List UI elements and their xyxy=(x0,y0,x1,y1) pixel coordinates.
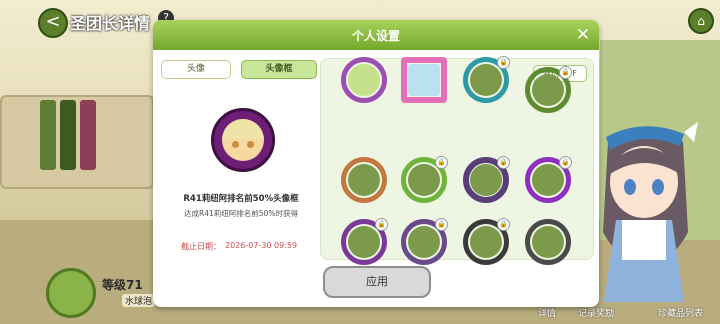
background-book xyxy=(80,100,96,170)
lock-icon: 🔒 xyxy=(559,156,572,169)
apply-button[interactable]: 应用 xyxy=(323,266,431,298)
preview-avatar xyxy=(222,119,264,161)
lock-icon: 🔒 xyxy=(497,156,510,169)
player-avatar[interactable] xyxy=(46,268,96,318)
frame-avatar-area xyxy=(348,164,380,196)
frame-avatar-area xyxy=(470,64,502,96)
home-icon: ⌂ xyxy=(697,14,705,28)
frame-slot-purple-glow[interactable]: 🔒 xyxy=(525,156,572,203)
lock-icon: 🔒 xyxy=(559,66,572,79)
page-title: 圣团长详情 xyxy=(70,14,151,33)
frame-avatar-area xyxy=(532,226,564,258)
frame-avatar-area xyxy=(408,64,440,96)
level-sub-label: 水球泡 xyxy=(122,294,156,307)
frame-avatar-area xyxy=(408,164,440,196)
frame-slot-purple-simple[interactable]: 🔒 xyxy=(341,218,388,265)
lock-icon: 🔒 xyxy=(435,156,448,169)
frame-slot-slime[interactable]: 🔒 xyxy=(401,218,448,265)
frame-slot-dark-gray[interactable] xyxy=(525,219,571,265)
background-book xyxy=(60,100,76,170)
close-icon[interactable]: ✕ xyxy=(573,25,593,45)
frame-avatar-area xyxy=(532,164,564,196)
details-button[interactable]: 详情 xyxy=(538,306,556,319)
preview-eye xyxy=(247,141,254,148)
frame-slot-purple[interactable] xyxy=(341,57,387,103)
back-button[interactable]: < xyxy=(38,8,68,38)
frame-avatar-area xyxy=(348,226,380,258)
frame-slot-shiba[interactable] xyxy=(341,157,387,203)
character-illustration xyxy=(603,122,698,302)
background-book xyxy=(40,100,56,170)
frame-grid: 筛选 OFF 🔒 🔒 🔒 xyxy=(320,56,594,265)
selected-item-name: R41莉纽阿排名前50%头像框 xyxy=(183,194,299,204)
lock-icon: 🔒 xyxy=(497,218,510,231)
settings-dialog: 个人设置 ✕ 头像 头像框 R41莉纽阿排名前50%头像框 达成R41莉纽阿排名… xyxy=(153,20,599,307)
back-icon: < xyxy=(45,11,61,32)
frame-slot-green-plant[interactable]: 🔒 xyxy=(525,66,572,113)
selected-frame-preview xyxy=(211,108,275,172)
dialog-title: 个人设置 xyxy=(351,29,400,43)
selected-item-description: 达成R41莉纽阿排名前50%时获得 xyxy=(184,209,298,218)
lock-icon: 🔒 xyxy=(497,56,510,69)
frame-avatar-area xyxy=(470,164,502,196)
frame-slot-purple-mech[interactable]: 🔒 xyxy=(463,156,510,203)
lock-icon: 🔒 xyxy=(375,218,388,231)
tab-avatar-frame[interactable]: 头像框 xyxy=(241,60,317,79)
deadline-value: 2026-07-30 09:59 xyxy=(225,241,298,250)
home-button[interactable]: ⌂ xyxy=(688,8,714,34)
frame-slot-green-leaf[interactable]: 🔒 xyxy=(401,156,448,203)
deadline-label: 截止日期： xyxy=(181,242,221,251)
background-shelf xyxy=(0,95,154,189)
tab-avatar[interactable]: 头像 xyxy=(161,60,231,79)
preview-eye xyxy=(232,141,239,148)
frame-avatar-area xyxy=(408,226,440,258)
frame-avatar-area xyxy=(532,74,564,106)
frame-slot-dark[interactable]: 🔒 xyxy=(463,218,510,265)
level-label: 等级71 xyxy=(102,278,143,292)
frame-slot-teal[interactable]: 🔒 xyxy=(463,56,510,103)
dialog-header: 个人设置 ✕ xyxy=(153,20,599,50)
frame-avatar-area xyxy=(348,64,380,96)
frame-avatar-area xyxy=(470,226,502,258)
lock-icon: 🔒 xyxy=(435,218,448,231)
frame-slot-pixel-rainbow[interactable] xyxy=(401,57,447,103)
preview-hair xyxy=(222,119,264,139)
